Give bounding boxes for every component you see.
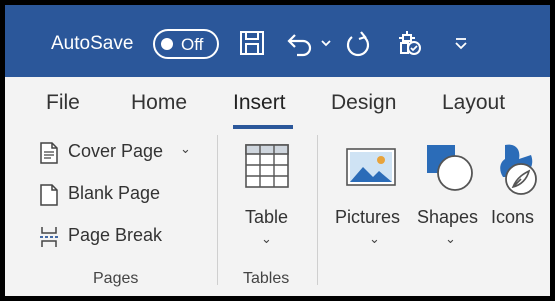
page-break-icon [40, 227, 58, 247]
ribbon-tabs: File Home Insert Design Layout [5, 77, 550, 129]
autosave-toggle[interactable]: Off [153, 29, 219, 59]
page-break-button[interactable]: Page Break [38, 225, 188, 249]
chevron-down-icon: ⌄ [445, 231, 456, 246]
ribbon-insert: Cover Page ⌄ Blank Page Page Break Pages… [5, 129, 550, 296]
redo-icon[interactable] [343, 27, 373, 59]
group-label-pages: Pages [93, 270, 139, 287]
page-break-label: Page Break [68, 225, 163, 245]
tab-home[interactable]: Home [131, 91, 187, 115]
cover-page-label: Cover Page [68, 141, 164, 161]
tab-layout[interactable]: Layout [442, 91, 505, 115]
autosave-label: AutoSave [51, 33, 134, 54]
table-label: Table [245, 207, 289, 227]
shapes-label: Shapes [417, 207, 479, 227]
icons-button[interactable]: Icons [487, 139, 547, 249]
blank-page-button[interactable]: Blank Page [38, 183, 188, 207]
chevron-down-icon: ⌄ [261, 231, 272, 246]
blank-page-label: Blank Page [68, 183, 161, 203]
chevron-down-icon: ⌄ [369, 231, 380, 246]
undo-dropdown-icon[interactable] [319, 27, 333, 59]
icons-icon [500, 144, 537, 195]
group-label-tables: Tables [243, 270, 290, 287]
shapes-icon [427, 145, 473, 191]
icons-label: Icons [491, 207, 535, 227]
chevron-down-icon: ⌄ [180, 141, 191, 156]
touch-mode-icon[interactable] [395, 27, 425, 59]
autosave-state: Off [181, 35, 204, 54]
table-button[interactable]: Table ⌄ [233, 139, 299, 249]
group-divider [317, 135, 318, 285]
toggle-knob [161, 38, 173, 50]
title-bar: AutoSave Off [5, 5, 550, 77]
cover-page-icon [40, 142, 58, 164]
shapes-button[interactable]: Shapes ⌄ [415, 139, 485, 249]
group-divider [217, 135, 218, 285]
cover-page-button[interactable]: Cover Page ⌄ [38, 141, 208, 165]
tab-file[interactable]: File [46, 91, 80, 115]
table-icon [245, 144, 289, 188]
pictures-button[interactable]: Pictures ⌄ [331, 139, 413, 249]
save-icon[interactable] [237, 27, 267, 59]
tab-insert[interactable]: Insert [233, 91, 286, 115]
word-window: AutoSave Off File Home Insert Design Lay… [5, 5, 550, 296]
undo-icon[interactable] [285, 27, 315, 59]
pictures-icon [346, 148, 396, 186]
pictures-label: Pictures [335, 207, 401, 227]
blank-page-icon [40, 184, 58, 206]
customize-qat-icon[interactable] [451, 27, 471, 59]
tab-design[interactable]: Design [331, 91, 396, 115]
